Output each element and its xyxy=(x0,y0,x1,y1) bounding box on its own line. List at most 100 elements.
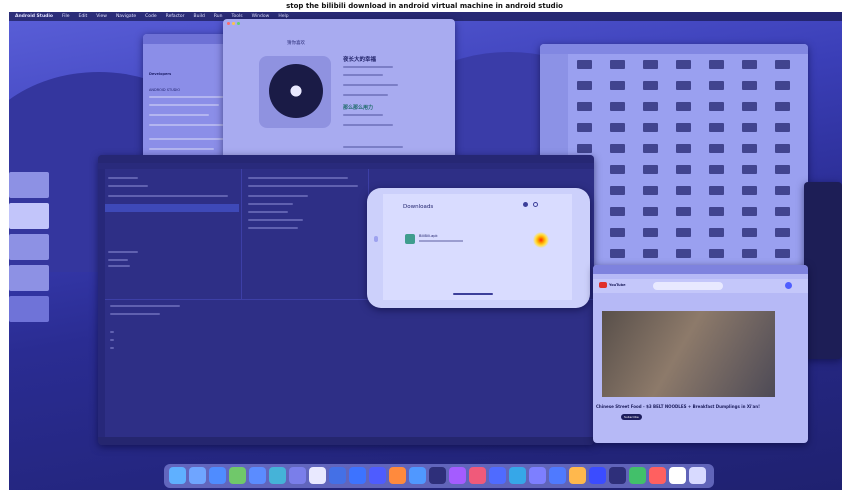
window-thumbnail[interactable] xyxy=(9,172,49,198)
screenshot-thumbnail[interactable] xyxy=(709,102,724,111)
screenshot-thumbnail[interactable] xyxy=(676,60,691,69)
dock-app-icon[interactable] xyxy=(689,467,706,484)
screenshot-thumbnail[interactable] xyxy=(742,144,757,153)
screenshot-thumbnail[interactable] xyxy=(610,81,625,90)
menu-item[interactable]: Refactor xyxy=(166,14,185,19)
finder-toolbar[interactable] xyxy=(540,44,808,54)
search-icon[interactable] xyxy=(533,202,538,207)
screenshot-thumbnail[interactable] xyxy=(610,123,625,132)
screenshot-thumbnail[interactable] xyxy=(643,102,658,111)
menu-item[interactable]: Android Studio xyxy=(15,14,53,19)
screenshot-thumbnail[interactable] xyxy=(709,228,724,237)
screenshot-thumbnail[interactable] xyxy=(643,60,658,69)
window-thumbnail[interactable] xyxy=(9,296,49,322)
avatar[interactable] xyxy=(785,282,792,289)
screenshot-thumbnail[interactable] xyxy=(775,165,790,174)
screenshot-thumbnail[interactable] xyxy=(676,249,691,258)
window-thumbnail[interactable] xyxy=(9,265,49,291)
studio-title-bar[interactable] xyxy=(98,155,594,163)
gesture-bar[interactable] xyxy=(453,293,493,295)
terminal-window[interactable] xyxy=(804,182,842,359)
minimize-button[interactable] xyxy=(232,22,235,25)
dock-app-icon[interactable] xyxy=(509,467,526,484)
screenshot-thumbnail[interactable] xyxy=(643,144,658,153)
menu-item[interactable]: Build xyxy=(194,14,205,19)
screenshot-thumbnail[interactable] xyxy=(709,144,724,153)
screenshot-thumbnail[interactable] xyxy=(577,60,592,69)
screenshot-thumbnail[interactable] xyxy=(676,207,691,216)
zoom-button[interactable] xyxy=(237,22,240,25)
screenshot-thumbnail[interactable] xyxy=(610,144,625,153)
screenshot-thumbnail[interactable] xyxy=(709,186,724,195)
screenshot-thumbnail[interactable] xyxy=(577,81,592,90)
screenshot-thumbnail[interactable] xyxy=(775,60,790,69)
youtube-tab-bar[interactable] xyxy=(593,265,808,274)
screenshot-thumbnail[interactable] xyxy=(643,123,658,132)
settings-icon[interactable] xyxy=(523,202,528,207)
menu-item[interactable]: Navigate xyxy=(116,14,136,19)
dock-app-icon[interactable] xyxy=(349,467,366,484)
screenshot-thumbnail[interactable] xyxy=(610,228,625,237)
screenshot-thumbnail[interactable] xyxy=(643,186,658,195)
screenshot-thumbnail[interactable] xyxy=(742,165,757,174)
dock-app-icon[interactable] xyxy=(589,467,606,484)
tool-window-strip[interactable] xyxy=(98,169,105,445)
screenshot-thumbnail[interactable] xyxy=(610,60,625,69)
screenshot-thumbnail[interactable] xyxy=(643,228,658,237)
dock-app-icon[interactable] xyxy=(269,467,286,484)
screenshot-thumbnail[interactable] xyxy=(775,102,790,111)
download-stop-target[interactable] xyxy=(533,232,549,248)
dock-app-icon[interactable] xyxy=(629,467,646,484)
screenshot-thumbnail[interactable] xyxy=(610,249,625,258)
screenshot-thumbnail[interactable] xyxy=(742,186,757,195)
dock-app-icon[interactable] xyxy=(249,467,266,484)
dock-app-icon[interactable] xyxy=(449,467,466,484)
screenshot-thumbnail[interactable] xyxy=(709,81,724,90)
screenshot-thumbnail[interactable] xyxy=(577,123,592,132)
dock-app-icon[interactable] xyxy=(169,467,186,484)
screenshot-thumbnail[interactable] xyxy=(775,123,790,132)
screenshot-thumbnail[interactable] xyxy=(742,60,757,69)
screenshot-thumbnail[interactable] xyxy=(775,186,790,195)
screenshot-thumbnail[interactable] xyxy=(676,186,691,195)
screenshot-thumbnail[interactable] xyxy=(577,144,592,153)
screenshot-thumbnail[interactable] xyxy=(709,249,724,258)
dock-app-icon[interactable] xyxy=(409,467,426,484)
download-file-name[interactable]: BiliBili.apk xyxy=(419,234,438,238)
selected-device-row[interactable] xyxy=(105,204,239,212)
screenshot-thumbnail[interactable] xyxy=(610,207,625,216)
screenshot-thumbnail[interactable] xyxy=(709,123,724,132)
dock-app-icon[interactable] xyxy=(209,467,226,484)
emulator-screen[interactable]: Downloads BiliBili.apk xyxy=(383,194,572,300)
music-app-window[interactable]: 猜你喜欢 夜长大的幸福 那么那么用力 xyxy=(223,19,455,167)
subscribe-button[interactable]: Subscribe xyxy=(621,414,642,420)
menu-item[interactable]: File xyxy=(62,14,70,19)
screenshot-thumbnail[interactable] xyxy=(709,165,724,174)
close-button[interactable] xyxy=(227,22,230,25)
menu-item[interactable]: Run xyxy=(214,14,223,19)
screenshot-thumbnail[interactable] xyxy=(742,102,757,111)
dock-app-icon[interactable] xyxy=(469,467,486,484)
screenshot-thumbnail[interactable] xyxy=(742,81,757,90)
screenshot-thumbnail[interactable] xyxy=(643,249,658,258)
youtube-browser-window[interactable]: YouTube Chinese Street Food - $3 BELT NO… xyxy=(593,265,808,443)
screenshot-thumbnail[interactable] xyxy=(676,81,691,90)
menu-item[interactable]: Code xyxy=(145,14,157,19)
screenshot-thumbnail[interactable] xyxy=(676,165,691,174)
studio-toolbar[interactable] xyxy=(98,163,594,169)
dock-app-icon[interactable] xyxy=(609,467,626,484)
screenshot-thumbnail[interactable] xyxy=(676,123,691,132)
window-thumbnail[interactable] xyxy=(9,234,49,260)
dock-app-icon[interactable] xyxy=(289,467,306,484)
video-player[interactable] xyxy=(602,311,775,397)
screenshot-thumbnail[interactable] xyxy=(709,207,724,216)
screenshot-thumbnail[interactable] xyxy=(577,102,592,111)
menu-item[interactable]: Edit xyxy=(79,14,88,19)
dock-app-icon[interactable] xyxy=(309,467,326,484)
screenshot-thumbnail[interactable] xyxy=(775,144,790,153)
screenshot-thumbnail[interactable] xyxy=(610,186,625,195)
dock-app-icon[interactable] xyxy=(429,467,446,484)
screenshot-thumbnail[interactable] xyxy=(775,228,790,237)
screenshot-thumbnail[interactable] xyxy=(676,228,691,237)
screenshot-thumbnail[interactable] xyxy=(742,228,757,237)
